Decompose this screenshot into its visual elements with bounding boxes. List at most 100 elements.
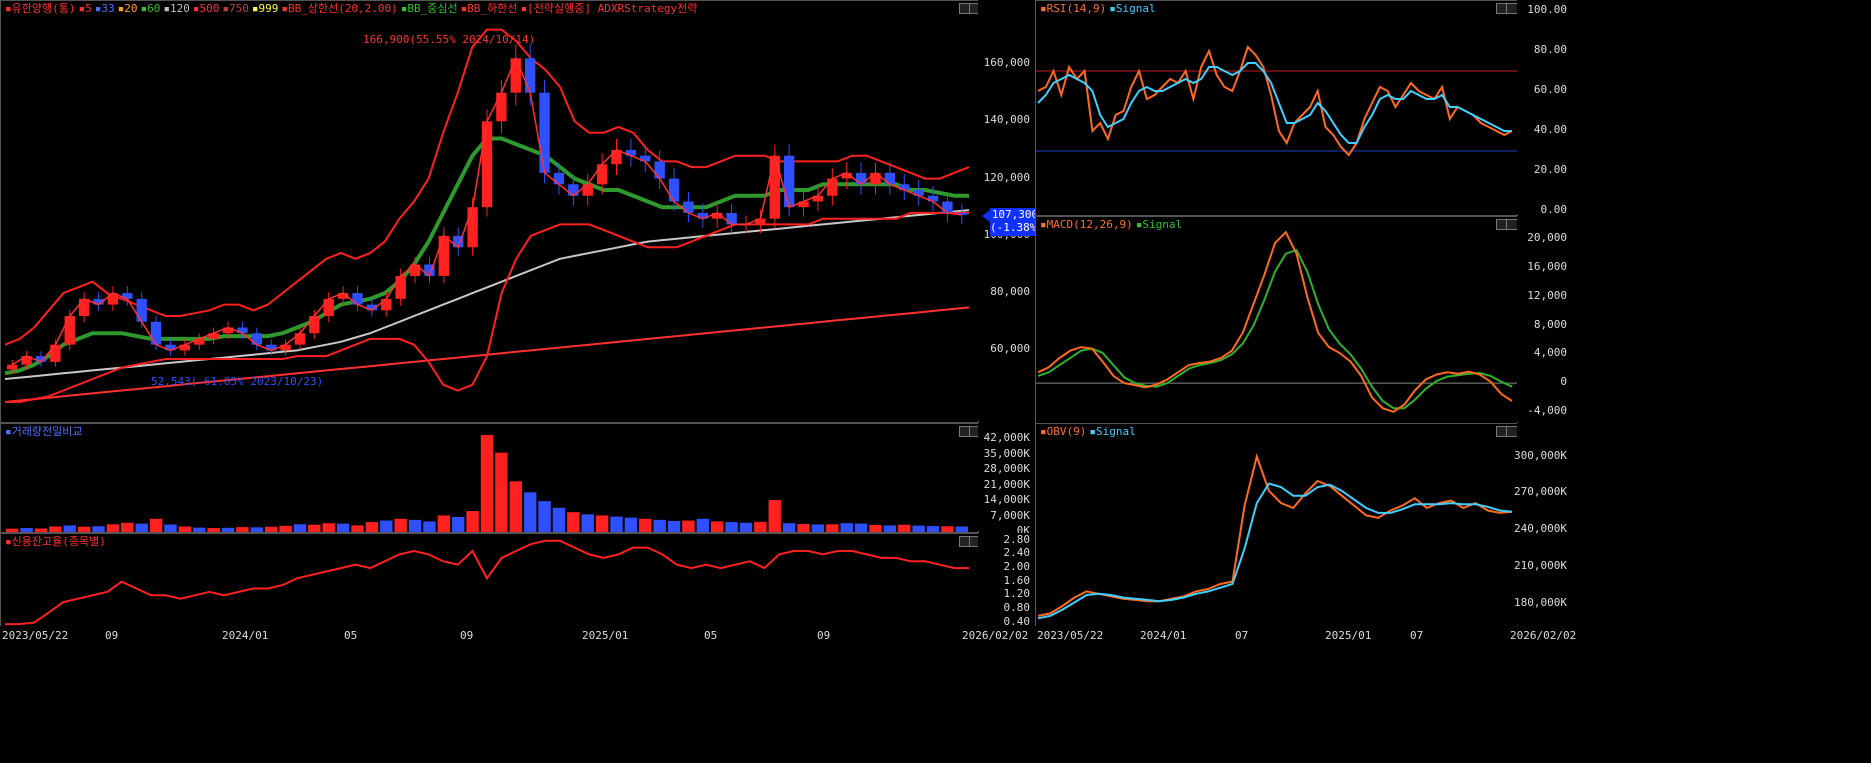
legend-item: ▪거래량전일비교 <box>5 425 83 438</box>
x-tick-label: 2023/05/22 <box>1037 629 1104 642</box>
candle-body <box>7 364 18 370</box>
rsi-panel[interactable]: ▪RSI(14,9) ▪Signal <box>1035 0 1518 216</box>
window-controls[interactable] <box>959 3 978 14</box>
volume-bar <box>682 520 695 532</box>
volume-bar <box>739 522 753 532</box>
x-tick-label: 2024/01 <box>1140 629 1187 642</box>
y-tick-label: 160,000 <box>983 56 1030 69</box>
macd-legend: ▪MACD(12,26,9) ▪Signal <box>1040 218 1185 231</box>
y-tick-label: 300,000K <box>1514 448 1567 462</box>
current-price-change: (-1.38%) <box>990 221 1043 234</box>
volume-bar <box>336 523 350 532</box>
price-chart: 166,900(55.55% 2024/10/14) 52,543(-61.05%… <box>4 28 970 403</box>
volume-bar <box>452 517 465 532</box>
left-x-axis: 2023/05/22 09 2024/01 05 09 2025/01 05 09 2026/0… <box>0 626 1034 644</box>
window-controls[interactable] <box>959 536 978 547</box>
obv-y-axis: 180,000K 210,000K 240,000K 270,000K 300,000K <box>1514 423 1571 625</box>
volume-bar <box>898 524 911 532</box>
candle-body <box>942 201 953 213</box>
volume-bar <box>49 526 62 532</box>
y-tick-label: 120,000 <box>983 170 1030 184</box>
macd-panel[interactable]: ▪MACD(12,26,9) ▪Signal <box>1035 216 1518 424</box>
obv-panel[interactable]: ▪OBV(9) ▪Signal <box>1035 423 1518 627</box>
window-controls[interactable] <box>959 426 978 437</box>
window-controls[interactable] <box>1496 3 1517 14</box>
volume-bar <box>149 518 163 532</box>
y-tick-label: 1.60 <box>1003 573 1031 587</box>
candle-body <box>409 264 421 276</box>
volume-panel[interactable]: ▪거래량전일비교 <box>0 423 979 533</box>
x-tick-label: 07 <box>1410 629 1424 642</box>
candle-body <box>884 172 896 185</box>
x-tick-label: 07 <box>1235 629 1249 642</box>
margin-panel[interactable]: ▪신용잔고율(종목별) <box>0 533 979 627</box>
rsi-y-axis: 0.00 20.00 40.00 60.00 80.00 100.00 <box>1517 0 1571 216</box>
x-tick-label: 2023/05/22 <box>2 629 69 642</box>
legend-item: ▪BB_중심선 <box>400 2 458 15</box>
candle-body <box>467 207 478 248</box>
candle-body <box>481 121 493 208</box>
candle-body <box>668 178 680 202</box>
legend-item: ▪60 <box>140 2 161 15</box>
rsi-legend: ▪RSI(14,9) ▪Signal <box>1040 2 1159 15</box>
y-tick-label: 2.80 <box>1003 532 1031 546</box>
y-tick-label: 8,000 <box>1533 317 1567 331</box>
volume-bar <box>581 514 594 532</box>
volume-bar <box>322 523 335 532</box>
macd-y-axis: -4,000 0 4,000 8,000 12,000 16,000 20,000 <box>1517 216 1571 422</box>
volume-bar <box>106 524 120 532</box>
obv-line <box>1037 453 1513 617</box>
y-tick-label: 0 <box>1560 375 1567 389</box>
volume-bar <box>811 524 825 532</box>
candle-body <box>136 298 147 322</box>
y-tick-label: 180,000K <box>1514 595 1567 609</box>
volume-bar <box>351 525 364 532</box>
candle-body <box>654 161 665 179</box>
y-tick-label: 16,000 <box>1527 260 1567 274</box>
volume-bar <box>92 526 105 532</box>
obv-legend: ▪OBV(9) ▪Signal <box>1040 425 1139 438</box>
legend-item: ▪유한양행(통) <box>5 2 76 15</box>
y-tick-label: 140,000 <box>983 113 1030 127</box>
y-tick-label: 60.00 <box>1533 83 1567 96</box>
volume-bar <box>193 527 206 532</box>
volume-bar <box>912 525 925 532</box>
volume-bar <box>63 525 76 532</box>
volume-bar <box>121 522 134 532</box>
volume-bar <box>711 521 724 532</box>
price-panel[interactable]: 166,900(55.55% 2024/10/14) 52,543(-61.05%… <box>0 0 979 423</box>
legend-item: ▪BB_상한선(20,2.00) <box>281 2 398 15</box>
candle-body <box>78 298 90 317</box>
window-controls[interactable] <box>1496 219 1517 230</box>
volume-bar <box>34 528 48 532</box>
volume-bar <box>667 520 681 532</box>
price-marker-arrow <box>982 210 990 222</box>
volume-bar <box>293 524 307 532</box>
y-tick-label: -4,000 <box>1527 403 1567 417</box>
obv-chart <box>1037 453 1513 620</box>
volume-bar <box>840 523 853 532</box>
y-tick-label: 60,000 <box>990 342 1030 356</box>
volume-bar <box>955 526 968 532</box>
candle-body <box>510 58 521 93</box>
rsi-line <box>1037 45 1513 157</box>
y-tick-label: 0.00 <box>1540 203 1568 216</box>
y-tick-label: 100.00 <box>1527 3 1567 16</box>
legend-item: ▪Signal <box>1109 2 1156 15</box>
window-controls[interactable] <box>1496 426 1517 437</box>
candle-body <box>323 298 334 317</box>
y-tick-label: 210,000K <box>1514 558 1567 572</box>
x-tick-label: 2024/01 <box>222 629 269 642</box>
volume-bar <box>883 525 897 532</box>
legend-item: ▪MACD(12,26,9) <box>1040 218 1133 231</box>
legend-item: ▪OBV(9) <box>1040 425 1087 438</box>
y-tick-label: 2.40 <box>1003 546 1031 560</box>
legend-item: ▪20 <box>117 2 138 15</box>
volume-bar <box>250 527 263 532</box>
current-price-value: 107,300 <box>991 208 1039 221</box>
y-tick-label: 270,000K <box>1514 485 1567 499</box>
y-tick-label: 21,000K <box>983 477 1030 491</box>
candle-body <box>827 178 838 196</box>
legend-item: ▪RSI(14,9) <box>1040 2 1107 15</box>
y-tick-label: 4,000 <box>1533 346 1567 360</box>
